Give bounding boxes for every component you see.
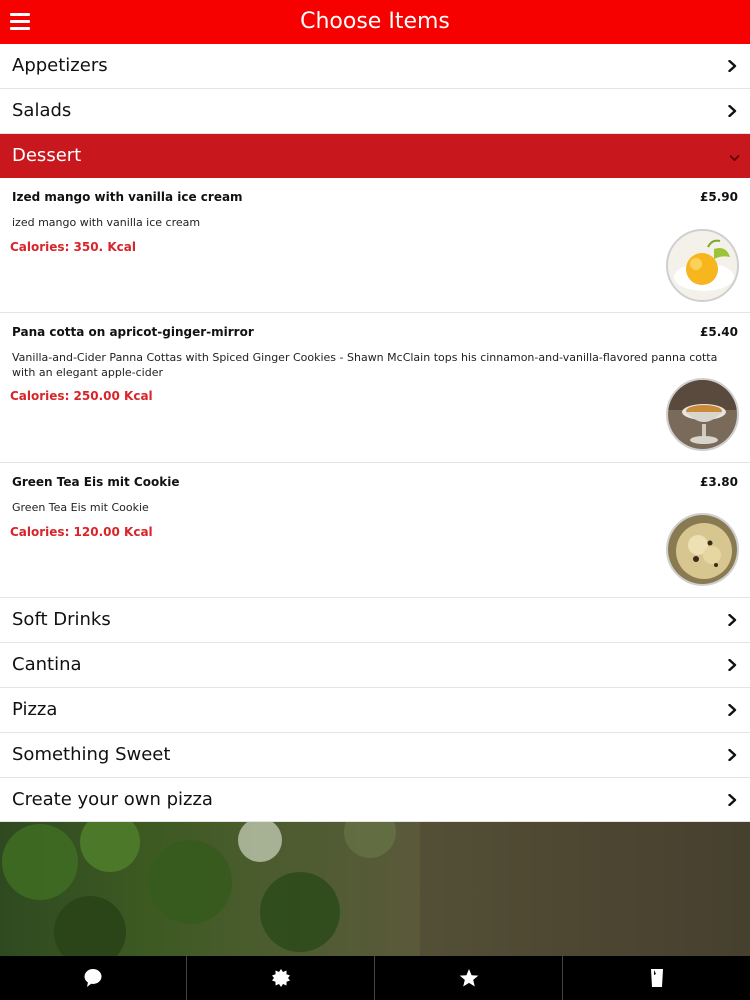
category-row-salads[interactable]: Salads bbox=[0, 89, 750, 134]
chevron-right-icon bbox=[727, 614, 738, 626]
item-photo[interactable] bbox=[666, 378, 739, 451]
drink-icon bbox=[651, 969, 663, 987]
tab-chat[interactable] bbox=[0, 956, 187, 1000]
item-photo[interactable] bbox=[666, 229, 739, 302]
tab-offers[interactable] bbox=[188, 956, 375, 1000]
menu-item-row[interactable]: Pana cotta on apricot-ginger-mirror £5.4… bbox=[0, 313, 750, 463]
chevron-down-icon bbox=[729, 147, 740, 161]
background-photo bbox=[0, 822, 750, 956]
category-label: Create your own pizza bbox=[12, 789, 213, 810]
item-price: £3.80 bbox=[700, 475, 738, 489]
header-bar: Choose Items bbox=[0, 0, 750, 44]
item-calories: Calories: 350. Kcal bbox=[10, 240, 136, 254]
category-label: Pizza bbox=[12, 699, 58, 720]
item-name: Pana cotta on apricot-ginger-mirror bbox=[12, 325, 254, 339]
category-row-pizza[interactable]: Pizza bbox=[0, 688, 750, 733]
tab-favorites[interactable] bbox=[376, 956, 563, 1000]
tab-drinks[interactable] bbox=[564, 956, 750, 1000]
item-description: Vanilla-and-Cider Panna Cottas with Spic… bbox=[12, 351, 718, 379]
item-photo[interactable] bbox=[666, 513, 739, 586]
item-name: Green Tea Eis mit Cookie bbox=[12, 475, 180, 489]
category-row-cantina[interactable]: Cantina bbox=[0, 643, 750, 688]
item-calories: Calories: 120.00 Kcal bbox=[10, 525, 153, 539]
item-calories: Calories: 250.00 Kcal bbox=[10, 389, 153, 403]
chevron-right-icon bbox=[727, 704, 738, 716]
menu-item-row[interactable]: Ized mango with vanilla ice cream £5.90 … bbox=[0, 178, 750, 313]
category-row-something-sweet[interactable]: Something Sweet bbox=[0, 733, 750, 778]
category-row-appetizers[interactable]: Appetizers bbox=[0, 44, 750, 89]
menu-item-row[interactable]: Green Tea Eis mit Cookie £3.80 Green Tea… bbox=[0, 463, 750, 598]
category-label: Salads bbox=[12, 100, 72, 121]
category-label: Cantina bbox=[12, 654, 82, 675]
category-row-dessert[interactable]: Dessert bbox=[0, 134, 750, 178]
chevron-right-icon bbox=[727, 749, 738, 761]
chevron-right-icon bbox=[727, 659, 738, 671]
category-row-soft-drinks[interactable]: Soft Drinks bbox=[0, 598, 750, 643]
item-description: ized mango with vanilla ice cream bbox=[12, 216, 201, 229]
category-label: Soft Drinks bbox=[12, 609, 111, 630]
item-price: £5.90 bbox=[700, 190, 738, 204]
category-label: Appetizers bbox=[12, 55, 108, 76]
item-description: Green Tea Eis mit Cookie bbox=[12, 501, 149, 514]
bottom-tab-bar bbox=[0, 956, 750, 1000]
chevron-right-icon bbox=[727, 794, 738, 806]
item-price: £5.40 bbox=[700, 325, 738, 339]
category-label: Something Sweet bbox=[12, 744, 171, 765]
category-label: Dessert bbox=[12, 145, 82, 166]
badge-icon bbox=[272, 969, 290, 987]
star-icon bbox=[459, 969, 479, 987]
item-name: Ized mango with vanilla ice cream bbox=[12, 190, 243, 204]
chevron-right-icon bbox=[727, 105, 738, 117]
category-row-create-your-own-pizza[interactable]: Create your own pizza bbox=[0, 778, 750, 822]
page-title: Choose Items bbox=[300, 9, 450, 34]
chat-bubble-icon bbox=[84, 969, 102, 987]
chevron-right-icon bbox=[727, 60, 738, 72]
